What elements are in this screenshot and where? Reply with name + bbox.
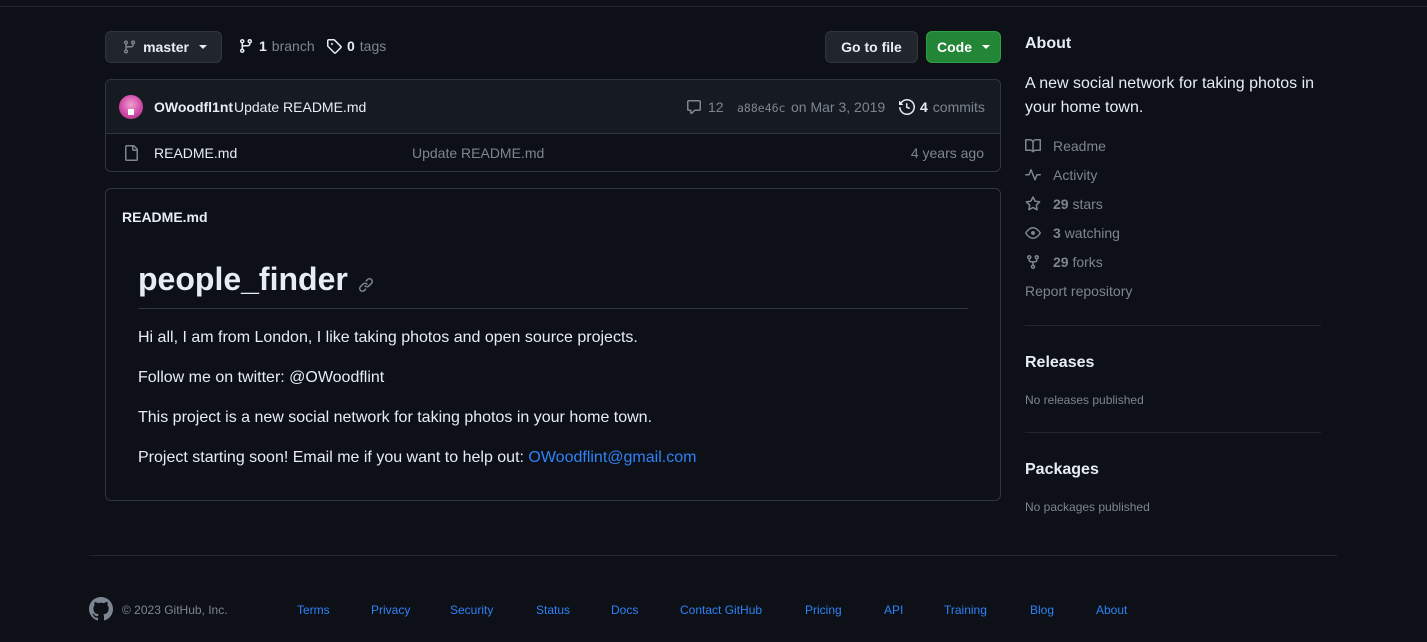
readme-link-label: Readme <box>1053 138 1106 154</box>
readme-filename[interactable]: README.md <box>122 209 208 225</box>
file-commit-message[interactable]: Update README.md <box>412 145 544 161</box>
readme-contact-text: Project starting soon! Email me if you w… <box>138 449 529 466</box>
repo-description: A new social network for taking photos i… <box>1025 75 1315 116</box>
file-age: 4 years ago <box>910 145 984 161</box>
latest-commit-row: OWoodfl1nt Update README.md 12 a88e46c o… <box>106 80 1000 134</box>
file-browser: OWoodfl1nt Update README.md 12 a88e46c o… <box>105 79 1001 172</box>
file-name[interactable]: README.md <box>154 145 237 161</box>
readme-heading: people_finder <box>138 261 374 298</box>
footer-link-pricing[interactable]: Pricing <box>805 603 842 617</box>
readme-paragraph: This project is a new social network for… <box>138 409 653 426</box>
releases-empty-text: No releases published <box>1025 393 1144 407</box>
comment-count: 12 <box>708 99 724 115</box>
footer-link-docs[interactable]: Docs <box>611 603 638 617</box>
star-icon <box>1025 196 1041 211</box>
commit-message[interactable]: Update README.md <box>234 99 366 115</box>
tags-link[interactable]: 0 tags <box>326 38 386 54</box>
activity-link[interactable]: Activity <box>1025 167 1097 183</box>
readme-paragraph: Follow me on twitter: @OWoodflint <box>138 369 385 386</box>
branch-selector[interactable]: master <box>105 31 222 63</box>
file-row[interactable]: README.md Update README.md 4 years ago <box>106 134 1000 171</box>
heading-divider <box>138 308 968 309</box>
book-icon <box>1025 138 1041 153</box>
readme-panel: README.md people_finder Hi all, I am fro… <box>105 188 1001 501</box>
readme-link[interactable]: Readme <box>1025 138 1106 154</box>
footer-link-blog[interactable]: Blog <box>1030 603 1054 617</box>
commit-author[interactable]: OWoodfl1nt <box>154 99 233 115</box>
chevron-down-icon <box>199 45 207 49</box>
sidebar-divider <box>1025 432 1321 433</box>
readme-heading-text: people_finder <box>138 261 348 297</box>
footer-link-about[interactable]: About <box>1096 603 1127 617</box>
tag-count: 0 <box>347 38 355 54</box>
watching-count: 3 <box>1053 225 1061 241</box>
tag-icon <box>327 39 342 54</box>
branch-count: 1 <box>259 38 267 54</box>
branches-link[interactable]: 1 branch <box>238 38 315 54</box>
commits-link[interactable]: 4 commits <box>899 99 985 115</box>
stars-label: stars <box>1072 196 1103 212</box>
branch-name: master <box>143 39 189 55</box>
activity-link-label: Activity <box>1053 167 1098 183</box>
link-icon[interactable] <box>358 277 374 293</box>
commit-date: on Mar 3, 2019 <box>791 99 886 115</box>
forks-link[interactable]: 29 forks <box>1025 254 1103 270</box>
footer-link-security[interactable]: Security <box>450 603 493 617</box>
git-branch-icon <box>240 38 252 54</box>
about-heading: About <box>1025 35 1072 52</box>
footer-link-terms[interactable]: Terms <box>297 603 330 617</box>
readme-paragraph: Project starting soon! Email me if you w… <box>138 449 696 467</box>
tag-label: tags <box>359 38 387 54</box>
code-button-label: Code <box>937 39 972 55</box>
packages-empty-text: No packages published <box>1025 500 1150 514</box>
header-divider <box>0 6 1427 7</box>
git-branch-icon <box>123 40 136 54</box>
fork-icon <box>1027 255 1039 270</box>
footer-copyright: © 2023 GitHub, Inc. <box>122 603 228 617</box>
report-repository-link[interactable]: Report repository <box>1025 283 1132 299</box>
branch-label: branch <box>271 38 315 54</box>
footer-link-privacy[interactable]: Privacy <box>371 603 410 617</box>
go-to-file-button[interactable]: Go to file <box>825 31 918 63</box>
history-icon <box>899 99 915 115</box>
packages-heading[interactable]: Packages <box>1025 461 1099 479</box>
comment-icon <box>687 100 701 114</box>
footer-link-contact[interactable]: Contact GitHub <box>680 603 762 617</box>
github-logo-icon[interactable] <box>89 597 113 621</box>
commit-sha[interactable]: a88e46c <box>737 101 785 115</box>
watching-label: watching <box>1064 225 1120 241</box>
stars-count: 29 <box>1053 196 1069 212</box>
watchers-link[interactable]: 3 watching <box>1025 225 1120 241</box>
footer-link-api[interactable]: API <box>884 603 903 617</box>
avatar[interactable] <box>119 95 143 119</box>
footer-divider <box>89 555 1337 556</box>
footer-link-status[interactable]: Status <box>536 603 570 617</box>
chevron-down-icon <box>982 45 990 49</box>
eye-icon <box>1025 227 1041 239</box>
footer-link-training[interactable]: Training <box>944 603 987 617</box>
stars-link[interactable]: 29 stars <box>1025 196 1103 212</box>
forks-count: 29 <box>1053 254 1069 270</box>
sidebar-divider <box>1025 325 1321 326</box>
email-link[interactable]: OWoodflint@gmail.com <box>528 449 696 466</box>
file-icon <box>125 145 138 161</box>
code-button[interactable]: Code <box>926 31 1001 63</box>
forks-label: forks <box>1072 254 1103 270</box>
releases-heading[interactable]: Releases <box>1025 354 1094 372</box>
pulse-icon <box>1025 169 1041 181</box>
readme-paragraph: Hi all, I am from London, I like taking … <box>138 329 638 346</box>
commit-comments[interactable]: 12 <box>686 99 724 115</box>
commit-count-label: commits <box>932 99 985 115</box>
commit-count: 4 <box>920 99 928 115</box>
